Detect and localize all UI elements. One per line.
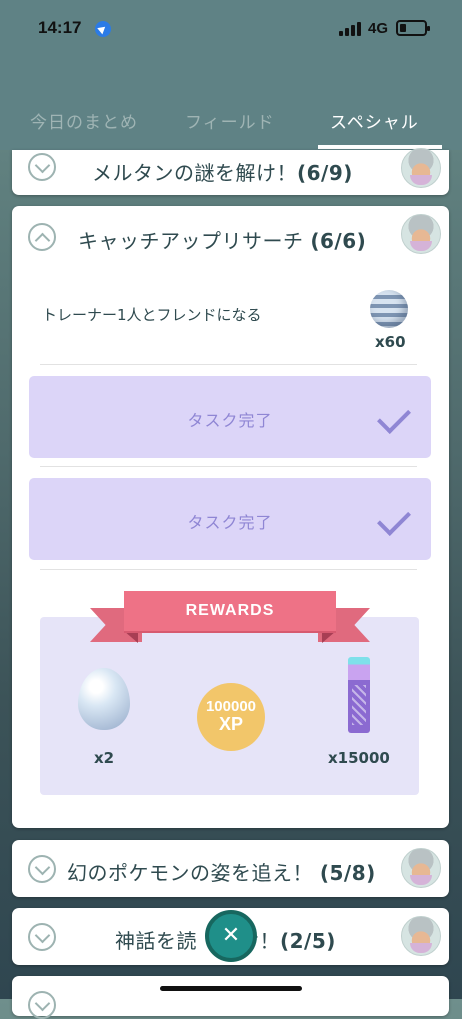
tab-special[interactable]: スペシャル	[330, 108, 419, 133]
completed-task-row: タスク完了	[29, 376, 431, 458]
task-description: トレーナー1人とフレンドになる	[42, 306, 262, 324]
xp-icon: 100000 XP	[197, 683, 265, 751]
expand-chevron-icon[interactable]	[28, 855, 56, 883]
status-time: 14:17	[38, 18, 82, 37]
research-card-meltan[interactable]: メルタンの謎を解け！(6/9)	[12, 148, 449, 195]
research-title[interactable]: キャッチアップリサーチ (6/6)	[78, 225, 366, 254]
network-type: 4G	[368, 20, 389, 37]
expand-chevron-icon[interactable]	[28, 991, 56, 1019]
expand-chevron-icon[interactable]	[28, 153, 56, 181]
tab-today-summary[interactable]: 今日のまとめ	[30, 108, 138, 133]
professor-avatar-icon	[401, 916, 441, 956]
research-tab-bar: 今日のまとめ フィールド スペシャル	[0, 60, 462, 150]
close-icon: ✕	[221, 922, 241, 947]
stardust-icon	[348, 657, 370, 733]
expand-chevron-icon[interactable]	[28, 923, 56, 951]
task-complete-label: タスク完了	[187, 513, 273, 532]
tab-field[interactable]: フィールド	[185, 108, 275, 133]
xp-amount: 100000	[205, 698, 257, 715]
professor-avatar-icon	[401, 214, 441, 254]
reward-quantity: x15000	[328, 749, 390, 767]
completed-task-row: タスク完了	[29, 478, 431, 560]
divider	[40, 364, 417, 365]
great-ball-icon	[370, 290, 408, 328]
xp-unit: XP	[218, 714, 243, 734]
location-arrow-icon	[95, 21, 111, 37]
status-bar: 14:17 4G	[0, 0, 462, 60]
research-title: 幻のポケモンの姿を追え！ (5/8)	[67, 861, 376, 885]
research-card-next[interactable]	[12, 976, 449, 1019]
task-reward-quantity: x60	[375, 333, 406, 351]
professor-avatar-icon	[401, 148, 441, 188]
rewards-banner: REWARDS	[124, 591, 336, 631]
divider	[40, 569, 417, 570]
battery-icon	[396, 20, 430, 36]
rewards-banner-label: REWARDS	[185, 602, 275, 619]
collapse-chevron-icon[interactable]	[28, 223, 56, 251]
research-card-mythical[interactable]: 幻のポケモンの姿を追え！ (5/8)	[12, 840, 449, 897]
divider	[40, 466, 417, 467]
task-complete-label: タスク完了	[187, 411, 273, 430]
research-title: メルタンの謎を解け！(6/9)	[92, 161, 353, 185]
egg-icon	[78, 668, 130, 730]
professor-avatar-icon	[401, 848, 441, 888]
close-button[interactable]: ✕	[205, 910, 257, 962]
cellular-signal-icon	[339, 22, 361, 36]
reward-quantity: x2	[94, 749, 115, 767]
home-indicator[interactable]	[160, 986, 302, 991]
